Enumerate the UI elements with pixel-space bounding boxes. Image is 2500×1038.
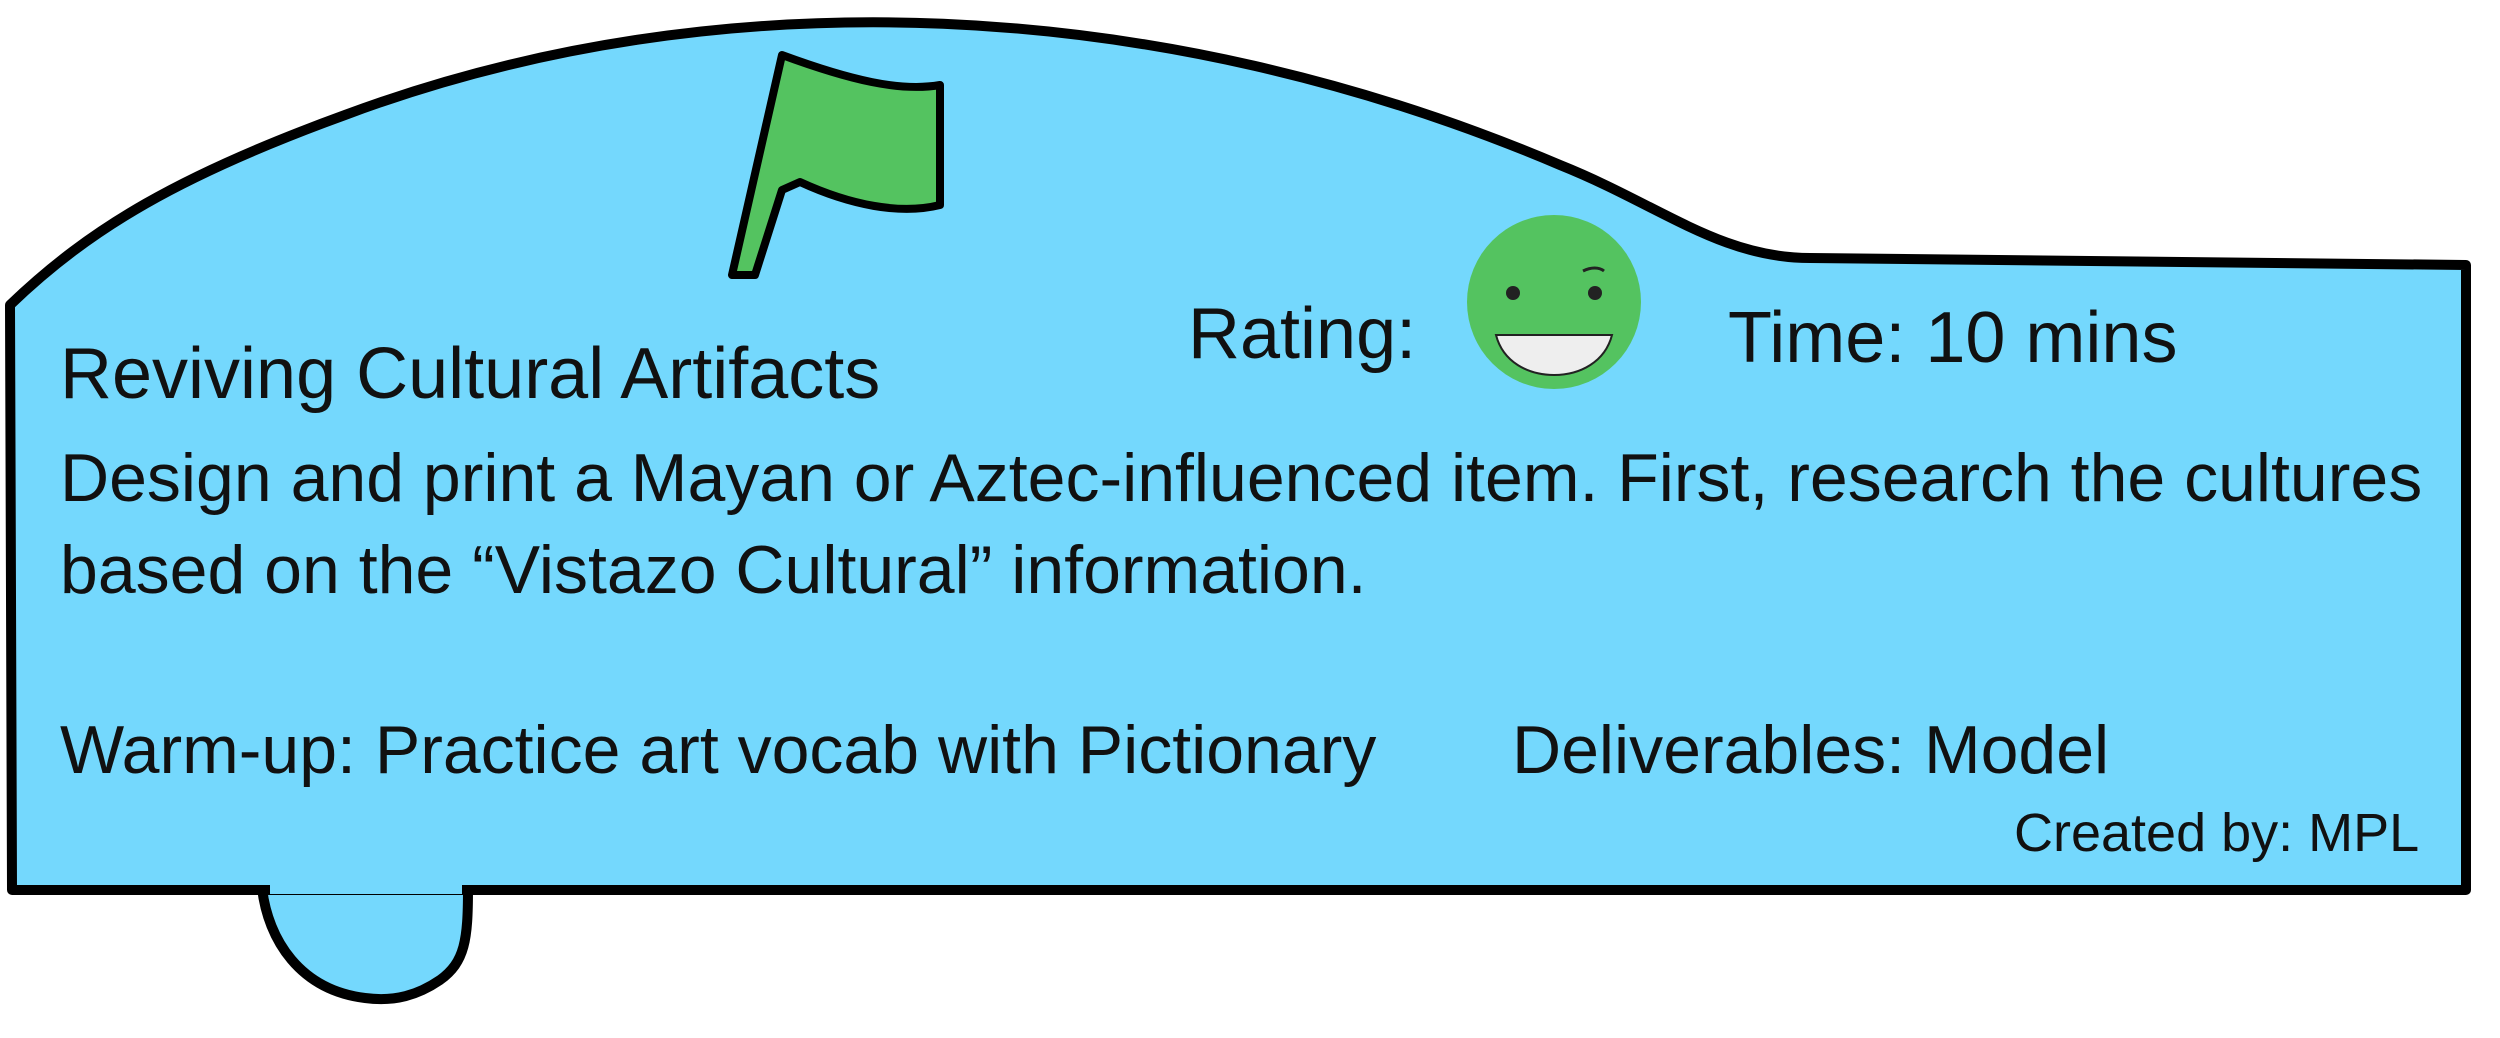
activity-description: Design and print a Mayan or Aztec-influe… [60,440,2423,608]
rating-label: Rating: [1188,294,1417,374]
smiling-face-icon [1467,215,1641,389]
card-tab-join [270,880,462,894]
activity-title: Reviving Cultural Artifacts [60,334,881,414]
time-label: Time: 10 mins [1728,298,2178,378]
creator-credit: Created by: MPL [2014,803,2420,863]
deliverables-text: Deliverables: Model [1512,712,2110,788]
card-tab [257,883,473,1005]
warmup-text: Warm-up: Practice art vocab with Piction… [60,712,1377,788]
